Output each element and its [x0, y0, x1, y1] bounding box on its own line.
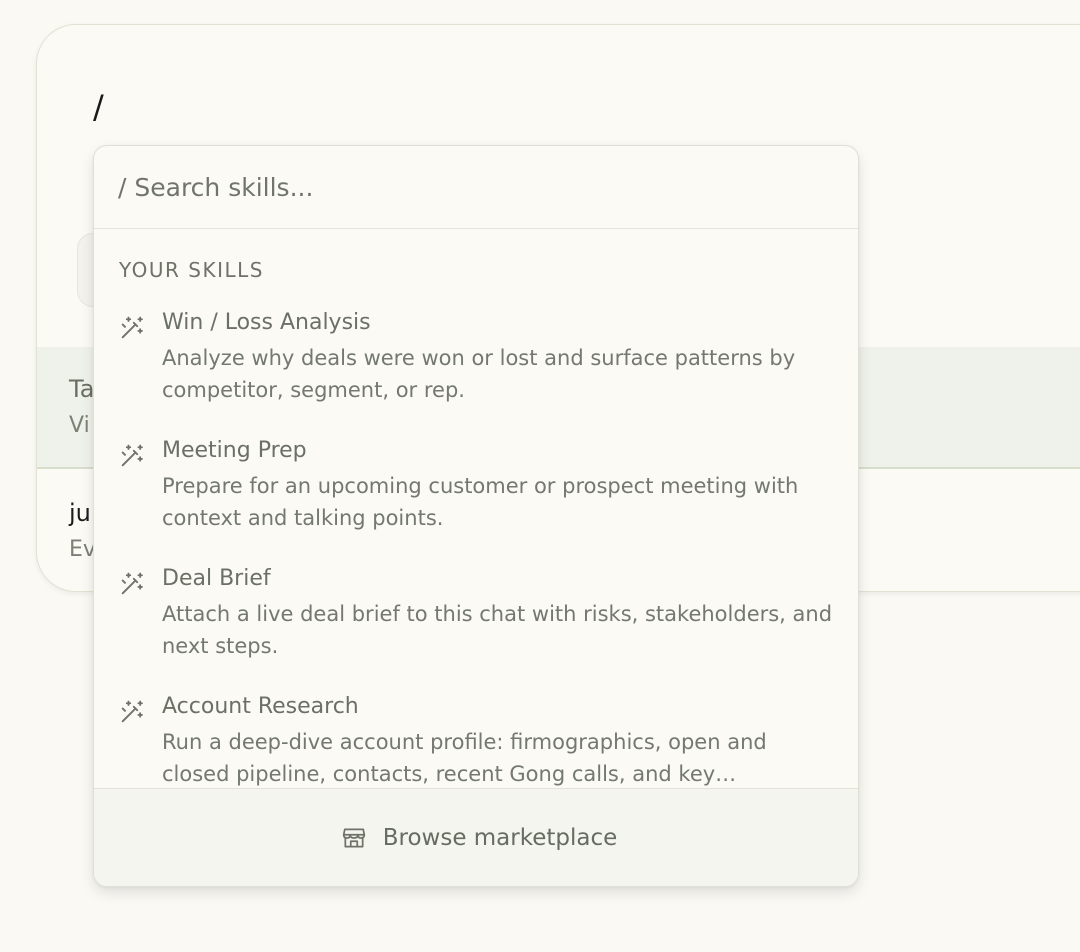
skills-dropdown: YOUR SKILLS Win / Loss Analysis Analyze … [93, 145, 859, 887]
skill-item-deal-brief[interactable]: Deal Brief Attach a live deal brief to t… [94, 552, 858, 672]
skill-title: Account Research [162, 694, 359, 719]
browse-marketplace-label: Browse marketplace [382, 825, 618, 851]
list-item-subtitle: Ev [69, 537, 96, 562]
skills-search-input[interactable] [118, 166, 818, 208]
skill-description: Analyze why deals were won or lost and s… [162, 346, 796, 402]
skill-description: Attach a live deal brief to this chat wi… [162, 602, 833, 658]
skill-item-win-loss-analysis[interactable]: Win / Loss Analysis Analyze why deals we… [94, 296, 858, 416]
skill-item-meeting-prep[interactable]: Meeting Prep Prepare for an upcoming cus… [94, 424, 858, 544]
list-item-title: ju [69, 499, 91, 527]
storefront-icon [342, 828, 365, 848]
magic-wand-icon [121, 444, 143, 467]
magic-wand-icon [121, 316, 143, 339]
skill-description: Run a deep-dive account profile: firmogr… [162, 730, 767, 786]
browse-marketplace-content: Browse marketplace [341, 825, 618, 851]
skill-title: Win / Loss Analysis [162, 310, 371, 335]
section-label-your-skills: YOUR SKILLS [119, 258, 264, 282]
app-root: / Ta Vi ju Ev YOUR SKILLS [0, 0, 1080, 952]
skill-item-account-research[interactable]: Account Research Run a deep-dive account… [94, 680, 858, 788]
composer-input-text[interactable]: / [93, 87, 104, 127]
magic-wand-icon [121, 700, 143, 723]
browse-marketplace-button[interactable]: Browse marketplace [94, 788, 858, 886]
skill-list[interactable]: Win / Loss Analysis Analyze why deals we… [94, 296, 858, 788]
skill-title: Deal Brief [162, 566, 271, 591]
list-item-subtitle: Vi [69, 413, 90, 438]
skills-search-box [94, 146, 858, 229]
skill-description: Prepare for an upcoming customer or pros… [162, 474, 799, 530]
magic-wand-icon [121, 572, 143, 595]
list-item-title: Ta [69, 375, 95, 403]
skill-title: Meeting Prep [162, 438, 307, 463]
